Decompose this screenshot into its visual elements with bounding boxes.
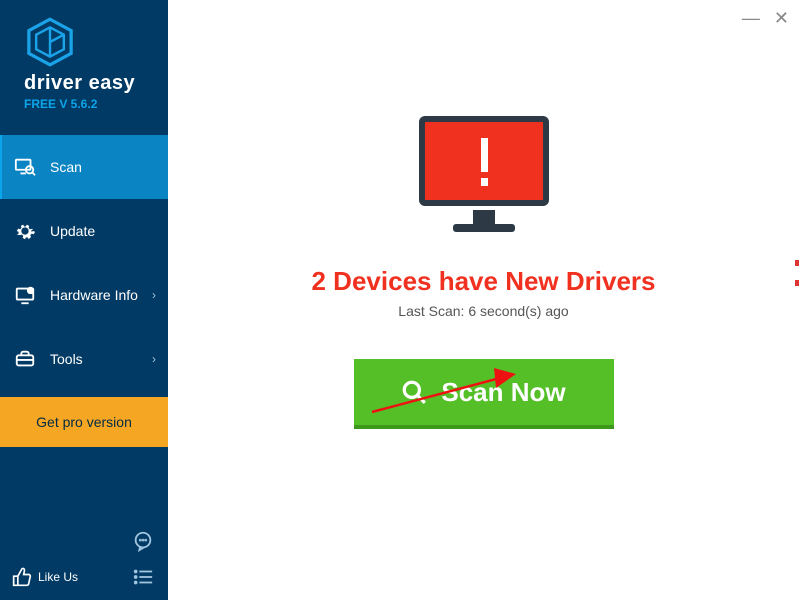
sidebar-item-label: Scan [50, 159, 82, 175]
side-marks [795, 260, 799, 300]
last-scan-text: Last Scan: 6 second(s) ago [398, 303, 568, 319]
alert-monitor-icon [409, 110, 559, 240]
nav: Scan Update 1 Hardware Info › [0, 135, 168, 391]
sidebar-item-label: Hardware Info [50, 287, 138, 303]
logo-block: driver easy FREE V 5.6.2 [0, 0, 168, 119]
sidebar-item-update[interactable]: Update [0, 199, 168, 263]
main-panel: — ✕ 2 Devices have New Drivers Last Scan… [168, 0, 799, 600]
thumbs-up-icon [12, 567, 32, 587]
sidebar-item-label: Tools [50, 351, 83, 367]
sidebar-item-scan[interactable]: Scan [0, 135, 168, 199]
sidebar-item-tools[interactable]: Tools › [0, 327, 168, 391]
logo-icon [24, 16, 76, 68]
sidebar-bottom: Like Us [0, 560, 168, 600]
sidebar-item-hardware[interactable]: 1 Hardware Info › [0, 263, 168, 327]
svg-text:1: 1 [29, 289, 32, 295]
get-pro-label: Get pro version [36, 414, 132, 430]
brand-tagline: FREE V 5.6.2 [24, 97, 156, 111]
scan-now-button[interactable]: Scan Now [354, 359, 614, 429]
chevron-right-icon: › [152, 352, 156, 366]
monitor-search-icon [14, 156, 36, 178]
hardware-info-icon: 1 [14, 284, 36, 306]
close-button[interactable]: ✕ [774, 8, 789, 29]
spacer [0, 447, 168, 530]
sidebar: driver easy FREE V 5.6.2 Scan Update [0, 0, 168, 600]
search-icon [401, 379, 427, 405]
like-us-button[interactable]: Like Us [12, 567, 78, 587]
minimize-button[interactable]: — [742, 8, 760, 29]
like-us-label: Like Us [38, 570, 78, 584]
get-pro-button[interactable]: Get pro version [0, 397, 168, 447]
chevron-right-icon: › [152, 288, 156, 302]
sidebar-item-label: Update [50, 223, 95, 239]
brand-name: driver easy [24, 72, 156, 95]
scan-now-label: Scan Now [441, 377, 565, 408]
menu-list-icon[interactable] [132, 566, 154, 588]
window-controls: — ✕ [742, 8, 789, 29]
feedback-icon[interactable] [132, 530, 154, 552]
gear-icon [14, 220, 36, 242]
toolbox-icon [14, 348, 36, 370]
status-headline: 2 Devices have New Drivers [312, 266, 656, 297]
